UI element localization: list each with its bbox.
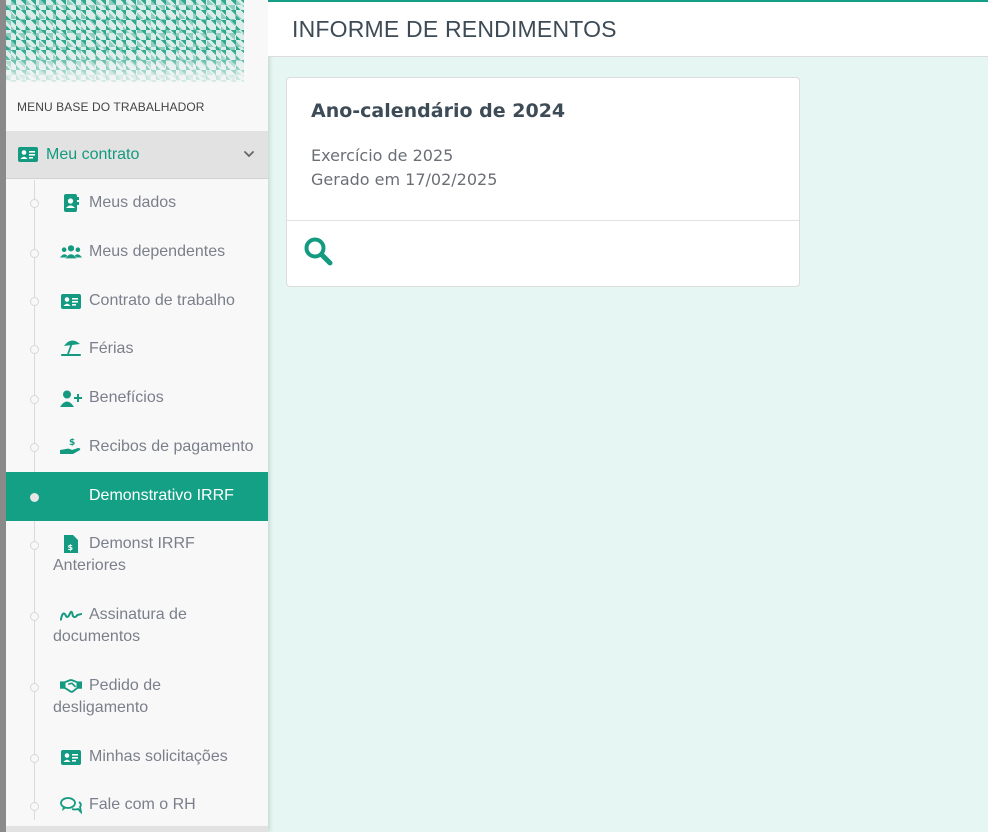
sidebar-item-label: Demonst IRRF Anteriores [53, 535, 195, 574]
sidebar-item-label: Assinatura de documentos [53, 606, 187, 645]
view-report-button[interactable] [301, 234, 335, 268]
menu-group-meu-contrato[interactable]: Meu contrato [6, 131, 268, 179]
search-icon [303, 236, 333, 266]
tree-dot [30, 754, 39, 763]
sidebar-item-label: Pedido de desligamento [53, 677, 162, 716]
chevron-down-icon[interactable] [242, 147, 256, 161]
sidebar-item-label: Meus dados [89, 194, 177, 211]
tree-dot [30, 683, 39, 692]
tree-dot [30, 443, 39, 452]
sidebar-item-label: Contrato de trabalho [89, 292, 235, 309]
hand-dollar-icon: $ [60, 437, 82, 455]
tree-dot [30, 345, 39, 354]
tree-dot [30, 395, 39, 404]
user-plus-icon [60, 389, 82, 407]
id-card-icon [60, 748, 82, 766]
sidebar-item-fale-com-o-rh[interactable]: Fale com o RH [6, 783, 268, 827]
chat-icon [60, 796, 82, 814]
card-exercise: Exercício de 2025 [311, 146, 454, 165]
sidebar-item-meus-dependentes[interactable]: Meus dependentes [6, 230, 268, 274]
sidebar-item-demonst-irrf-anteriores[interactable]: $ Demonst IRRF Anteriores [6, 522, 268, 588]
sidebar-item-label: Fale com o RH [89, 796, 196, 813]
sidebar-item-contrato-de-trabalho[interactable]: Contrato de trabalho [6, 279, 268, 323]
sidebar-bottom-bar [6, 826, 268, 832]
contact-book-icon [60, 194, 82, 212]
logo-fade [6, 50, 244, 82]
sidebar-item-ferias[interactable]: Férias [6, 327, 268, 371]
sidebar-item-label: Minhas solicitações [89, 748, 228, 765]
sidebar-item-label: Recibos de pagamento [89, 438, 254, 455]
sidebar-item-minhas-solicitacoes[interactable]: Minhas solicitações [6, 735, 268, 779]
sidebar: MENU BASE DO TRABALHADOR Meu contrato Me… [0, 0, 268, 832]
tree-dot [30, 493, 39, 502]
id-card-icon [60, 292, 82, 310]
card-title: Ano-calendário de 2024 [311, 100, 566, 122]
beach-umbrella-icon [60, 339, 82, 357]
income-report-card: Ano-calendário de 2024 Exercício de 2025… [286, 77, 800, 287]
sidebar-item-demonstrativo-irrf[interactable]: Demonstrativo IRRF [6, 472, 268, 521]
id-card-icon [18, 147, 38, 162]
tree-dot [30, 541, 39, 550]
svg-text:$: $ [69, 438, 75, 448]
sidebar-item-label: Meus dependentes [89, 243, 226, 260]
card-generated-date: Gerado em 17/02/2025 [311, 170, 498, 189]
tree-dot [30, 802, 39, 811]
tree-dot [30, 297, 39, 306]
page-title: INFORME DE RENDIMENTOS [292, 16, 617, 42]
tree-dot [30, 249, 39, 258]
sidebar-item-beneficios[interactable]: Benefícios [6, 376, 268, 420]
sidebar-item-assinatura-de-documentos[interactable]: Assinatura de documentos [6, 593, 268, 659]
top-bar: INFORME DE RENDIMENTOS [268, 0, 988, 57]
sidebar-item-label: Demonstrativo IRRF [89, 487, 234, 504]
sidebar-item-recibos-de-pagamento[interactable]: $ Recibos de pagamento [6, 425, 268, 469]
tree-dot [30, 199, 39, 208]
menu-title: MENU BASE DO TRABALHADOR [17, 100, 205, 114]
menu-group-label: Meu contrato [46, 145, 140, 163]
sidebar-item-label: Férias [89, 340, 134, 357]
users-icon [60, 243, 82, 261]
sidebar-item-label: Benefícios [89, 389, 164, 406]
tree-dot [30, 612, 39, 621]
sidebar-item-meus-dados[interactable]: Meus dados [6, 181, 268, 225]
card-divider [287, 220, 799, 221]
sidebar-item-pedido-de-desligamento[interactable]: Pedido de desligamento [6, 664, 268, 730]
